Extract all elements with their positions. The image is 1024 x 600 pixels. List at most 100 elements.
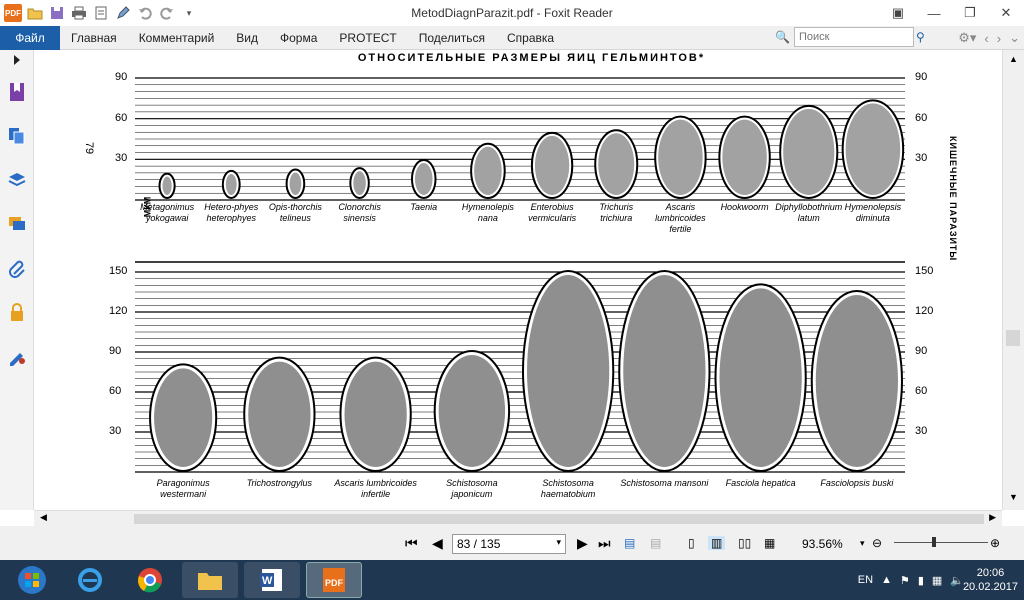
foxit-logo-icon[interactable]: PDF [4, 4, 22, 22]
file-explorer-icon[interactable] [182, 562, 238, 598]
zoom-out-icon[interactable]: ⊖ [872, 536, 882, 550]
scroll-right-icon[interactable]: ▶ [989, 512, 996, 523]
tab-file[interactable]: Файл [0, 25, 60, 50]
egg-label: Schistosoma mansoni [620, 478, 709, 488]
maximize-icon[interactable]: ❐ [952, 0, 988, 26]
back-icon[interactable]: ‹ [984, 31, 988, 46]
undo-icon[interactable] [136, 4, 154, 22]
tab-share[interactable]: Поделиться [408, 31, 496, 45]
vertical-scroll-thumb[interactable] [1006, 330, 1020, 346]
search-icon[interactable]: ⚲ [916, 30, 925, 44]
sidebar-expand-icon[interactable] [0, 50, 34, 70]
zoom-in-icon[interactable]: ⊕ [990, 536, 1000, 550]
search-input[interactable] [793, 27, 914, 47]
chrome-icon[interactable] [122, 562, 178, 598]
egg-contents [248, 361, 311, 468]
forward-icon[interactable]: › [997, 31, 1001, 46]
foxit-reader-taskbar-icon[interactable]: PDF [306, 562, 362, 598]
edit-pencil-icon[interactable] [114, 4, 132, 22]
egg-contents [845, 103, 901, 195]
continuous-page-icon[interactable]: ▥ [708, 536, 726, 550]
egg-contents [534, 135, 570, 195]
save-icon[interactable] [48, 4, 66, 22]
tab-protect[interactable]: PROTECT [328, 31, 407, 45]
egg-contents [353, 171, 366, 195]
action-center-flag-icon[interactable]: ⚑ [900, 574, 910, 587]
network-icon[interactable]: ▦ [932, 574, 942, 587]
previous-page-icon[interactable]: ◀ [432, 535, 443, 552]
comments-icon[interactable] [0, 202, 34, 246]
tab-view[interactable]: Вид [225, 31, 269, 45]
volume-icon[interactable]: 🔈 [950, 574, 964, 587]
egg-label: Enterobius vermicularis [528, 202, 577, 223]
zoom-slider[interactable] [894, 542, 988, 543]
document-viewer[interactable]: ОТНОСИТЕЛЬНЫЕ РАЗМЕРЫ ЯИЦ ГЕЛЬМИНТОВ* 79… [34, 50, 1002, 510]
zoom-slider-thumb[interactable] [932, 537, 936, 547]
egg-label: Hookwoorm [720, 202, 769, 212]
page-indicator: 83 / 135 [457, 537, 501, 551]
egg-label: Hymenolepis nana [461, 202, 514, 223]
vertical-scrollbar[interactable]: ▲ ▼ [1002, 50, 1024, 510]
internet-explorer-icon[interactable] [62, 562, 118, 598]
settings-gear-icon[interactable]: ⚙▾ [958, 30, 976, 46]
system-clock[interactable]: 20:06 20.02.2017 [963, 566, 1018, 594]
language-indicator[interactable]: EN [858, 574, 873, 586]
navigation-sidebar [0, 50, 34, 510]
ribbon-options-icon[interactable]: ▣ [880, 0, 916, 26]
first-page-icon[interactable]: ⏮ [405, 535, 418, 552]
close-icon[interactable]: ✕ [988, 0, 1024, 26]
egg-label: Trichuris trichiura [599, 202, 634, 223]
egg-label: Opis-thorchis telineus [268, 202, 322, 223]
system-tray: EN ▲ ⚑ ▮ ▦ 🔈 [858, 560, 964, 600]
egg-label: Taenia [410, 202, 438, 212]
scroll-down-icon[interactable]: ▼ [1009, 492, 1018, 502]
signatures-icon[interactable] [0, 334, 34, 378]
tab-home[interactable]: Главная [60, 31, 128, 45]
title-bar: PDF ▾ MetodDiagnParazit.pdf - Foxit Read… [0, 0, 1024, 26]
clock-date: 20.02.2017 [962, 581, 1018, 593]
word-icon[interactable]: W [244, 562, 300, 598]
ribbon-right-tools: ⚙▾ ‹ › ⌄ [958, 27, 1020, 49]
horizontal-scrollbar[interactable]: ◀ ▶ [34, 510, 1002, 526]
previous-view-icon[interactable]: ▤ [624, 536, 635, 550]
zoom-dropdown-icon[interactable]: ▾ [860, 538, 865, 549]
last-page-icon[interactable]: ⏭ [598, 535, 611, 552]
continuous-facing-icon[interactable]: ▦ [764, 536, 775, 550]
scroll-up-icon[interactable]: ▲ [1009, 54, 1018, 64]
tab-comment[interactable]: Комментарий [128, 31, 226, 45]
power-icon[interactable]: ▮ [918, 574, 924, 587]
minimize-icon[interactable]: — [916, 0, 952, 26]
tab-form[interactable]: Форма [269, 31, 328, 45]
expand-ribbon-icon[interactable]: ⌄ [1009, 30, 1020, 46]
page-number-field[interactable]: 83 / 135 ▾ [452, 534, 566, 554]
page-dropdown-icon[interactable]: ▾ [556, 537, 561, 548]
egg-contents [225, 173, 237, 195]
start-button[interactable] [4, 562, 60, 598]
egg-label: Schistosoma japonicum [446, 478, 498, 499]
find-icon[interactable]: 🔍 [775, 30, 790, 44]
customize-dropdown-icon[interactable]: ▾ [180, 4, 198, 22]
layers-icon[interactable] [0, 158, 34, 202]
horizontal-scroll-thumb[interactable] [134, 514, 984, 524]
egg-label: Fasciola hepatica [725, 478, 796, 488]
scroll-left-icon[interactable]: ◀ [40, 512, 47, 523]
security-lock-icon[interactable] [0, 290, 34, 334]
bookmarks-icon[interactable] [0, 70, 34, 114]
zoom-level[interactable]: 93.56% [802, 537, 843, 551]
single-page-icon[interactable]: ▯ [688, 536, 695, 550]
pdf-page: ОТНОСИТЕЛЬНЫЕ РАЗМЕРЫ ЯИЦ ГЕЛЬМИНТОВ* 79… [73, 50, 990, 510]
show-hidden-icons-icon[interactable]: ▲ [881, 574, 892, 586]
windows-taskbar: W PDF EN ▲ ⚑ ▮ ▦ 🔈 20:06 20.02.2017 [0, 560, 1024, 600]
egg-contents [719, 288, 802, 467]
open-folder-icon[interactable] [26, 4, 44, 22]
print-icon[interactable] [70, 4, 88, 22]
attachments-icon[interactable] [0, 246, 34, 290]
tab-help[interactable]: Справка [496, 31, 565, 45]
document-properties-icon[interactable] [92, 4, 110, 22]
pages-thumbnails-icon[interactable] [0, 114, 34, 158]
next-page-icon[interactable]: ▶ [577, 535, 588, 552]
egg-label: Paragonimus westermani [156, 478, 210, 499]
next-view-icon[interactable]: ▤ [650, 536, 661, 550]
redo-icon[interactable] [158, 4, 176, 22]
facing-pages-icon[interactable]: ▯▯ [738, 536, 751, 550]
